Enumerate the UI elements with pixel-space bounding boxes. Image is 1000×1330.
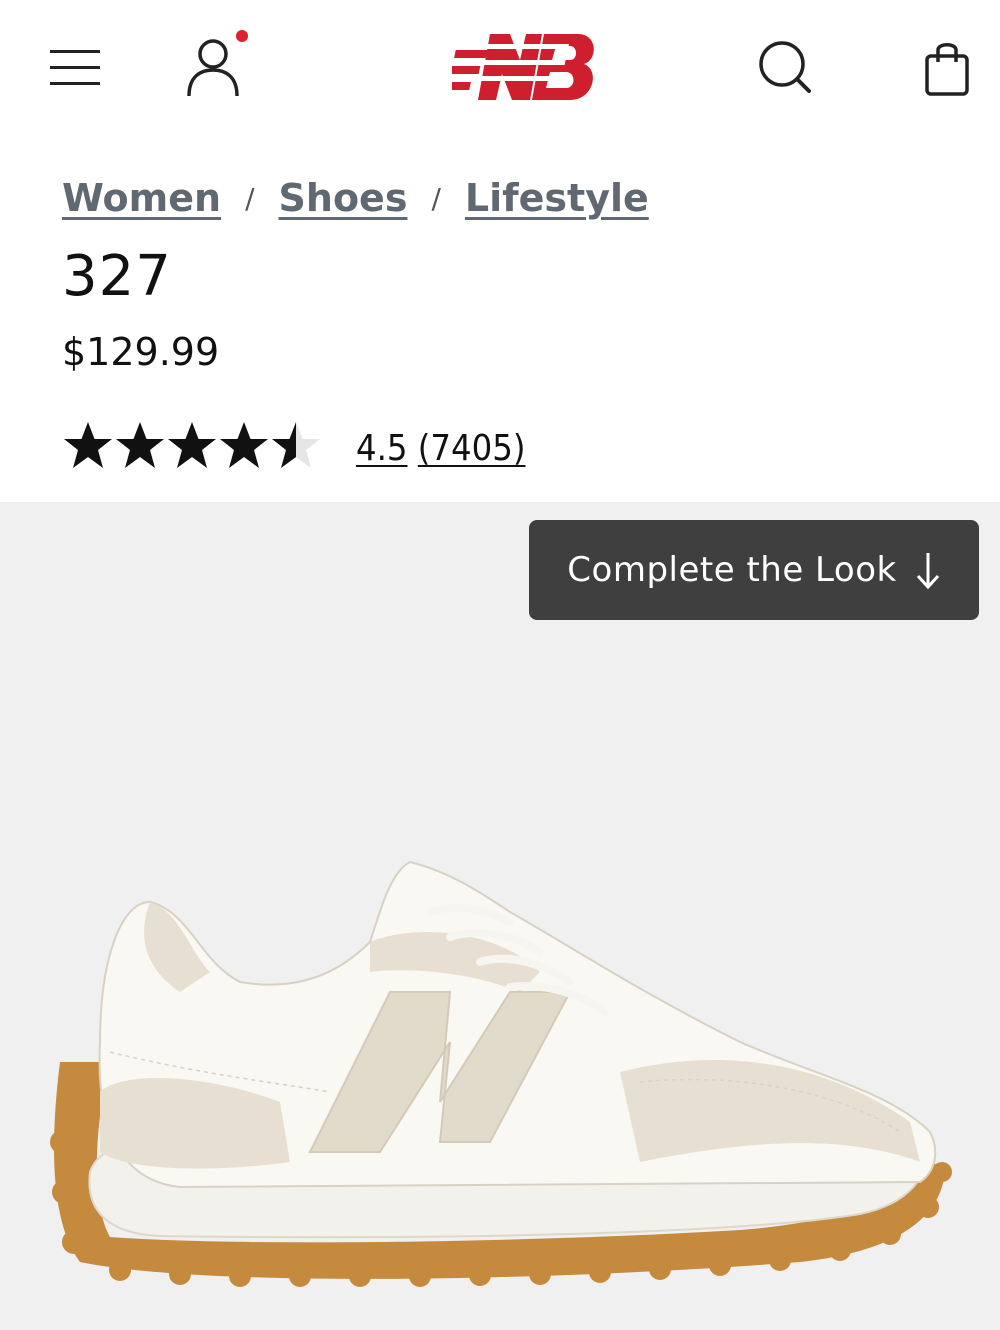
breadcrumb-separator: / xyxy=(431,181,441,215)
site-header xyxy=(0,0,1000,140)
star-rating[interactable] xyxy=(62,420,324,476)
breadcrumb-link-women[interactable]: Women xyxy=(62,176,221,220)
product-title: 327 xyxy=(62,244,172,309)
breadcrumb-link-shoes[interactable]: Shoes xyxy=(279,176,408,220)
rating-summary: 4.5 (7405) xyxy=(62,418,525,478)
rating-link[interactable]: 4.5 (7405) xyxy=(356,428,525,469)
search-icon[interactable] xyxy=(755,37,815,97)
star-icon xyxy=(64,422,112,468)
notification-dot xyxy=(236,30,248,42)
user-account-icon[interactable] xyxy=(183,28,249,100)
star-icon xyxy=(272,422,320,468)
shopping-bag-icon[interactable] xyxy=(922,38,972,98)
review-count[interactable]: (7405) xyxy=(418,428,526,469)
star-icon xyxy=(168,422,216,468)
product-price: $129.99 xyxy=(62,330,220,374)
product-shoe-image xyxy=(50,860,952,1287)
breadcrumb: Women / Shoes / Lifestyle xyxy=(62,168,649,228)
complete-the-look-button[interactable]: Complete the Look xyxy=(529,520,979,620)
new-balance-logo[interactable] xyxy=(435,30,600,104)
star-icon xyxy=(116,422,164,468)
rating-value[interactable]: 4.5 xyxy=(356,428,408,469)
arrow-down-icon xyxy=(916,553,939,590)
hamburger-menu-icon[interactable] xyxy=(48,46,102,88)
breadcrumb-link-lifestyle[interactable]: Lifestyle xyxy=(465,176,649,220)
product-image-gallery[interactable]: Complete the Look xyxy=(0,502,1000,1330)
complete-the-look-label: Complete the Look xyxy=(567,550,897,590)
star-icon xyxy=(220,422,268,468)
breadcrumb-separator: / xyxy=(245,181,255,215)
